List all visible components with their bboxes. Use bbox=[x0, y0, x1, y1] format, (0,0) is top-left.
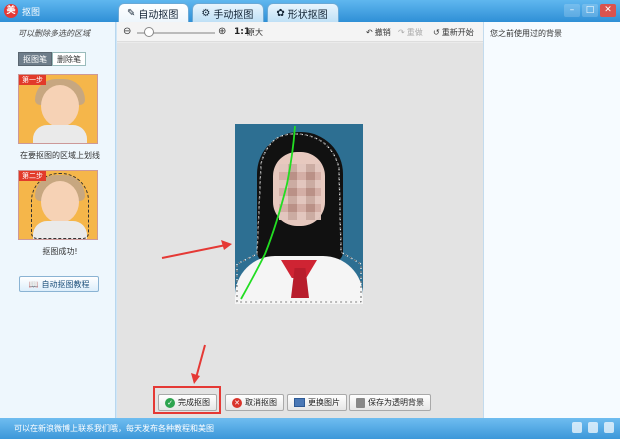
status-icons bbox=[572, 422, 614, 433]
status-text[interactable]: 可以在新浪微博上联系我们哦，每天发布各种教程和美图 bbox=[14, 423, 214, 434]
right-panel: 您之前使用过的背景 bbox=[483, 22, 620, 418]
cancel-cutout-button[interactable]: ✕ 取消抠图 bbox=[225, 394, 284, 411]
weibo-icon[interactable] bbox=[572, 422, 582, 433]
settings-icon[interactable] bbox=[604, 422, 614, 433]
title-bar: 美 抠图 ✎ 自动抠图 ⚙ 手动抠图 ✿ 形状抠图 – □ ✕ bbox=[0, 0, 620, 22]
thumb-selection-outline bbox=[31, 173, 89, 239]
zoom-slider-handle[interactable] bbox=[144, 27, 154, 37]
green-brush-stroke bbox=[240, 125, 296, 300]
editor-toolbar: ⊖ ⊕ 1:1 原大 ↶ 撤销 ↷ 重做 ↺ 重新开始 bbox=[117, 22, 483, 42]
finish-label: 完成抠图 bbox=[178, 398, 210, 407]
maximize-button[interactable]: □ bbox=[582, 4, 598, 17]
undo-icon: ↶ bbox=[366, 28, 373, 37]
status-bar: 可以在新浪微博上联系我们哦，每天发布各种教程和美图 bbox=[0, 418, 620, 439]
image-canvas[interactable] bbox=[117, 43, 483, 387]
shape-icon: ✿ bbox=[276, 7, 285, 19]
restart-icon: ↺ bbox=[433, 28, 440, 37]
tutorial-button[interactable]: 📖 自动抠图教程 bbox=[19, 276, 99, 292]
selection-outline-dark bbox=[236, 133, 362, 303]
restart-button[interactable]: ↺ 重新开始 bbox=[433, 27, 474, 38]
step2-thumbnail: 第二步 bbox=[18, 170, 98, 240]
tab-manual-cutout[interactable]: ⚙ 手动抠图 bbox=[192, 3, 265, 22]
selection-overlay bbox=[236, 125, 362, 303]
book-icon: 📖 bbox=[28, 279, 39, 289]
save-transparent-button[interactable]: 保存为透明背景 bbox=[349, 394, 431, 411]
brush-hint: 可以删除多选的区域 bbox=[18, 29, 90, 38]
app-logo-icon: 美 bbox=[4, 4, 18, 18]
save-label: 保存为透明背景 bbox=[368, 398, 424, 407]
step1-badge: 第一步 bbox=[19, 75, 46, 85]
undo-label: 撤销 bbox=[374, 28, 391, 37]
step2-badge: 第二步 bbox=[19, 171, 46, 181]
share-icon[interactable] bbox=[588, 422, 598, 433]
tutorial-label: 自动抠图教程 bbox=[41, 279, 90, 289]
finish-cutout-button[interactable]: ✓ 完成抠图 bbox=[158, 394, 217, 411]
restart-label: 重新开始 bbox=[441, 28, 474, 37]
gear-icon: ⚙ bbox=[201, 7, 211, 19]
window-controls: – □ ✕ bbox=[564, 4, 616, 17]
tab-label: 形状抠图 bbox=[287, 9, 328, 21]
tab-bar: ✎ 自动抠图 ⚙ 手动抠图 ✿ 形状抠图 bbox=[118, 3, 339, 22]
redo-label: 重做 bbox=[406, 28, 423, 37]
step1-thumbnail: 第一步 bbox=[18, 74, 98, 144]
zoom-out-icon[interactable]: ⊖ bbox=[123, 26, 131, 37]
tab-label: 手动抠图 bbox=[213, 9, 254, 21]
image-icon bbox=[294, 398, 305, 407]
portrait-photo[interactable] bbox=[235, 124, 363, 304]
tab-auto-cutout[interactable]: ✎ 自动抠图 bbox=[118, 3, 190, 22]
tab-label: 自动抠图 bbox=[138, 9, 179, 21]
brush-icon: ✎ bbox=[127, 7, 136, 19]
replace-label: 更换图片 bbox=[308, 398, 340, 407]
zoom-in-icon[interactable]: ⊕ bbox=[218, 26, 226, 37]
thumb-shirt bbox=[33, 125, 87, 143]
left-panel: 可以删除多选的区域 抠图笔 删除笔 第一步 在要抠图的区域上划线 第二步 抠图成… bbox=[0, 22, 116, 418]
minimize-button[interactable]: – bbox=[564, 4, 580, 17]
erase-brush-button[interactable]: 删除笔 bbox=[52, 52, 86, 66]
action-bar: ✓ 完成抠图 ✕ 取消抠图 更换图片 保存为透明背景 bbox=[117, 387, 483, 418]
app-title: 抠图 bbox=[22, 8, 41, 18]
undo-button[interactable]: ↶ 撤销 bbox=[366, 27, 391, 38]
brush-toggle: 抠图笔 删除笔 bbox=[18, 52, 86, 66]
cutout-brush-button[interactable]: 抠图笔 bbox=[18, 52, 52, 66]
editor-area: ⊖ ⊕ 1:1 原大 ↶ 撤销 ↷ 重做 ↺ 重新开始 ✓ 完成抠图 ✕ 取消抠… bbox=[117, 22, 483, 418]
replace-image-button[interactable]: 更换图片 bbox=[287, 394, 347, 411]
tab-shape-cutout[interactable]: ✿ 形状抠图 bbox=[267, 3, 339, 22]
cancel-label: 取消抠图 bbox=[245, 398, 277, 407]
cancel-icon: ✕ bbox=[232, 397, 242, 408]
step1-caption: 在要抠图的区域上划线 bbox=[20, 151, 100, 160]
thumb-face bbox=[41, 85, 79, 127]
redo-button[interactable]: ↷ 重做 bbox=[398, 27, 423, 38]
original-size-button[interactable]: 原大 bbox=[247, 27, 263, 38]
close-button[interactable]: ✕ bbox=[600, 4, 616, 17]
redo-icon: ↷ bbox=[398, 28, 405, 37]
recent-backgrounds-title: 您之前使用过的背景 bbox=[490, 29, 562, 38]
selection-outline bbox=[236, 133, 362, 303]
check-icon: ✓ bbox=[165, 397, 175, 408]
step2-caption: 抠图成功! bbox=[42, 247, 78, 256]
save-icon bbox=[356, 397, 365, 408]
